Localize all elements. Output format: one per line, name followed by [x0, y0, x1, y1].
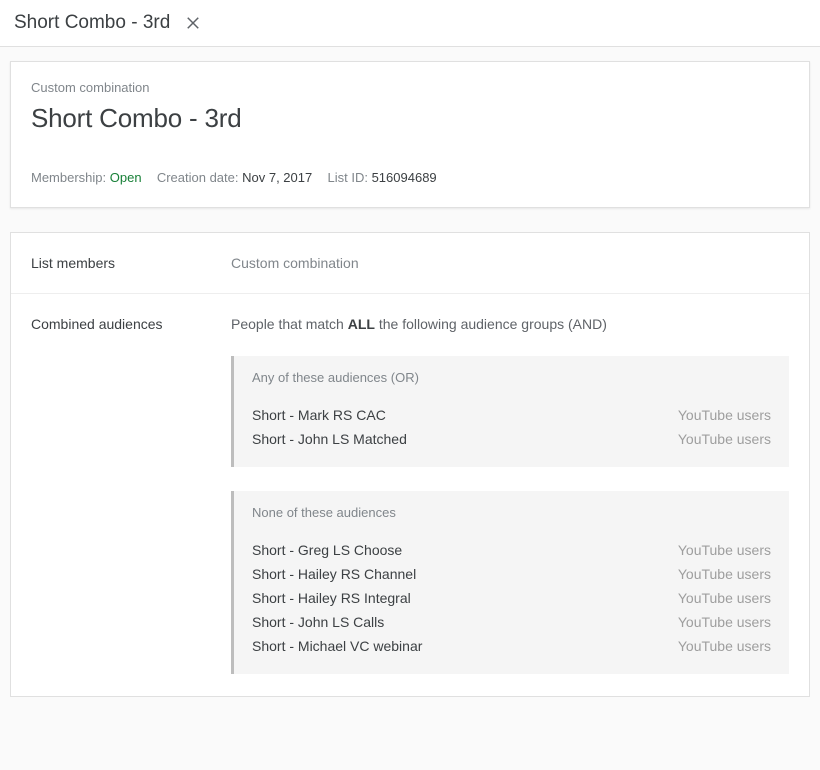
creation-date-label: Creation date: — [157, 170, 239, 185]
creation-date-value: Nov 7, 2017 — [242, 170, 312, 185]
list-members-row: List members Custom combination — [11, 233, 809, 294]
summary-card: Custom combination Short Combo - 3rd Mem… — [10, 61, 810, 208]
audience-name: Short - Mark RS CAC — [252, 407, 386, 423]
list-id-value: 516094689 — [372, 170, 437, 185]
audience-groups-container: Any of these audiences (OR) Short - Mark … — [231, 356, 789, 674]
audience-name: Short - John LS Matched — [252, 431, 407, 447]
audience-type: YouTube users — [678, 566, 771, 582]
audience-item: Short - Michael VC webinar YouTube users — [252, 634, 771, 658]
close-icon[interactable] — [184, 14, 202, 32]
audience-name: Short - Hailey RS Integral — [252, 590, 411, 606]
audience-type: YouTube users — [678, 431, 771, 447]
audience-name: Short - Michael VC webinar — [252, 638, 422, 654]
audience-group-title: Any of these audiences (OR) — [252, 370, 771, 385]
combined-description: People that match ALL the following audi… — [231, 316, 789, 332]
membership-label: Membership: — [31, 170, 106, 185]
page-title: Short Combo - 3rd — [31, 103, 789, 134]
card-header: Custom combination Short Combo - 3rd Mem… — [11, 62, 809, 207]
list-members-label: List members — [31, 255, 231, 271]
membership-value: Open — [110, 170, 142, 185]
audience-item: Short - Hailey RS Channel YouTube users — [252, 562, 771, 586]
combined-desc-bold: ALL — [348, 316, 375, 332]
audience-name: Short - Hailey RS Channel — [252, 566, 416, 582]
header-bar: Short Combo - 3rd — [0, 0, 820, 47]
list-id-label: List ID: — [327, 170, 367, 185]
audience-type: YouTube users — [678, 614, 771, 630]
audience-item: Short - John LS Matched YouTube users — [252, 427, 771, 451]
combined-content: People that match ALL the following audi… — [231, 316, 789, 674]
list-members-value: Custom combination — [231, 255, 789, 271]
audience-type: YouTube users — [678, 638, 771, 654]
audience-item: Short - Greg LS Choose YouTube users — [252, 538, 771, 562]
audience-group: None of these audiences Short - Greg LS C… — [231, 491, 789, 674]
audience-type: YouTube users — [678, 590, 771, 606]
card-subheading: Custom combination — [31, 80, 789, 95]
details-card: List members Custom combination Combined… — [10, 232, 810, 697]
audience-name: Short - Greg LS Choose — [252, 542, 402, 558]
combined-audiences-row: Combined audiences People that match ALL… — [11, 294, 809, 696]
audience-name: Short - John LS Calls — [252, 614, 384, 630]
combined-desc-pre: People that match — [231, 316, 348, 332]
audience-item: Short - John LS Calls YouTube users — [252, 610, 771, 634]
audience-type: YouTube users — [678, 542, 771, 558]
header-title: Short Combo - 3rd — [14, 12, 170, 34]
meta-row: Membership: Open Creation date: Nov 7, 2… — [31, 170, 789, 185]
audience-item: Short - Hailey RS Integral YouTube users — [252, 586, 771, 610]
audience-item: Short - Mark RS CAC YouTube users — [252, 403, 771, 427]
audience-group-title: None of these audiences — [252, 505, 771, 520]
audience-type: YouTube users — [678, 407, 771, 423]
combined-audiences-label: Combined audiences — [31, 316, 231, 674]
audience-group: Any of these audiences (OR) Short - Mark … — [231, 356, 789, 467]
combined-desc-post: the following audience groups (AND) — [375, 316, 607, 332]
